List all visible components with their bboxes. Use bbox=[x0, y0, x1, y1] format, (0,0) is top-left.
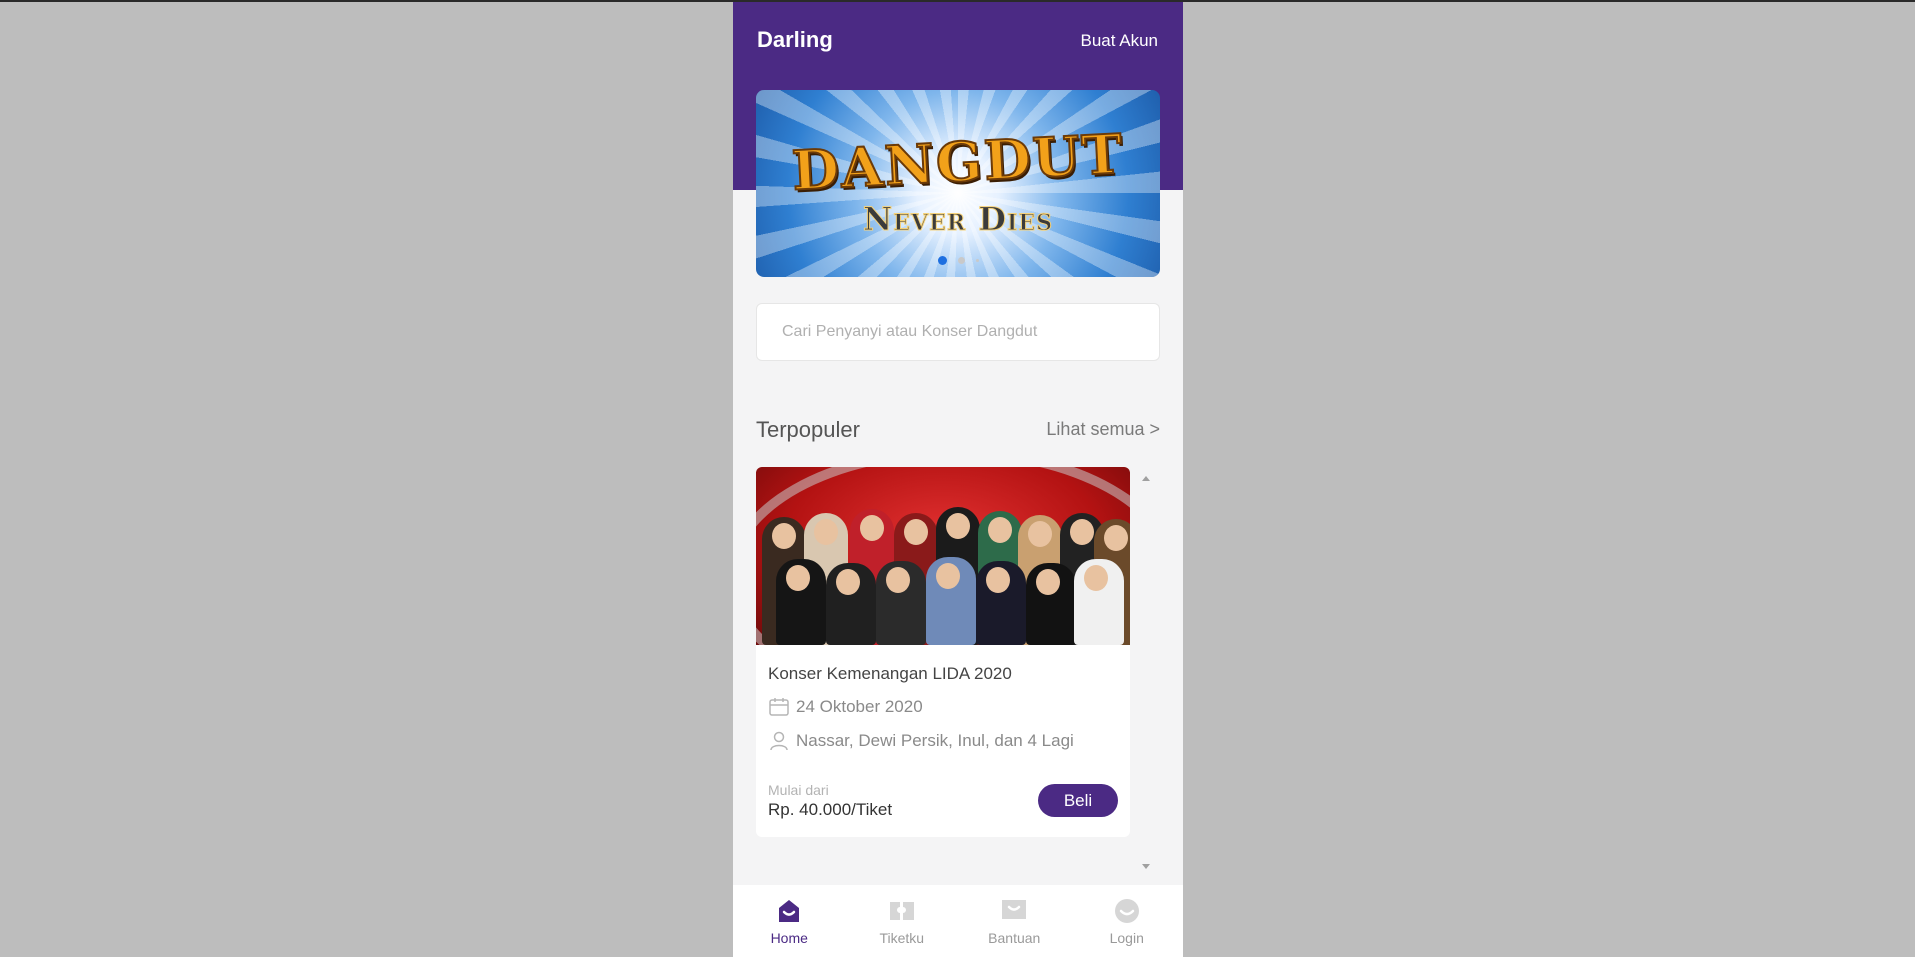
login-smile-icon bbox=[1114, 899, 1139, 923]
section-title-popular: Terpopuler bbox=[756, 417, 860, 442]
carousel-pagination bbox=[756, 256, 1160, 265]
buy-button[interactable]: Beli bbox=[1038, 784, 1118, 817]
search-input[interactable] bbox=[757, 304, 1159, 360]
poster-person bbox=[976, 561, 1026, 645]
concert-performers: Nassar, Dewi Persik, Inul, dan 4 Lagi bbox=[796, 731, 1074, 750]
calendar-icon bbox=[769, 698, 789, 716]
create-account-link[interactable]: Buat Akun bbox=[1080, 31, 1158, 51]
promo-banner-carousel[interactable]: DANGDUT Never Dies bbox=[756, 90, 1160, 277]
concert-performers-row: Nassar, Dewi Persik, Inul, dan 4 Lagi bbox=[768, 730, 1118, 752]
carousel-dot-2[interactable] bbox=[957, 257, 965, 264]
bottom-navigation: Home Tiketku Bantuan Login bbox=[733, 885, 1183, 957]
nav-label-home: Home bbox=[770, 930, 808, 946]
nav-item-login[interactable]: Login bbox=[1071, 885, 1184, 957]
search-box bbox=[756, 303, 1160, 361]
price-label: Mulai dari bbox=[768, 782, 829, 798]
brand-logo-text[interactable]: Darling bbox=[757, 27, 833, 53]
help-chat-icon bbox=[1002, 900, 1027, 919]
nav-item-tiketku[interactable]: Tiketku bbox=[846, 885, 959, 957]
nav-item-home[interactable]: Home bbox=[733, 885, 846, 957]
nav-label-bantuan: Bantuan bbox=[988, 930, 1041, 946]
concert-poster-image bbox=[756, 467, 1130, 645]
ticket-price: Rp. 40.000/Tiket bbox=[768, 800, 893, 819]
nav-label-tiketku: Tiketku bbox=[879, 930, 925, 946]
poster-person bbox=[1026, 563, 1076, 645]
scroll-down-arrow[interactable] bbox=[1142, 864, 1150, 869]
home-icon bbox=[779, 900, 800, 922]
concert-title[interactable]: Konser Kemenangan LIDA 2020 bbox=[768, 664, 1118, 684]
poster-person bbox=[926, 557, 976, 645]
nav-item-bantuan[interactable]: Bantuan bbox=[958, 885, 1071, 957]
concert-card-body: Konser Kemenangan LIDA 2020 24 Oktober 2… bbox=[768, 664, 1118, 752]
mobile-app-frame: Darling Buat Akun DANGDUT Never Dies Ter… bbox=[733, 2, 1183, 957]
poster-person bbox=[826, 563, 876, 645]
poster-person bbox=[1074, 559, 1124, 645]
concert-date: 24 Oktober 2020 bbox=[796, 697, 923, 716]
carousel-dot-1[interactable] bbox=[937, 256, 947, 265]
scroll-up-arrow[interactable] bbox=[1142, 476, 1150, 481]
person-icon bbox=[770, 731, 788, 751]
see-all-link[interactable]: Lihat semua > bbox=[1046, 419, 1160, 440]
ticket-icon bbox=[889, 902, 914, 920]
poster-person bbox=[876, 561, 926, 645]
concert-date-row: 24 Oktober 2020 bbox=[768, 696, 1118, 718]
list-scrollbar[interactable] bbox=[1139, 467, 1153, 877]
concert-card[interactable]: Konser Kemenangan LIDA 2020 24 Oktober 2… bbox=[756, 467, 1130, 837]
poster-person bbox=[776, 559, 826, 645]
nav-label-login: Login bbox=[1109, 930, 1144, 946]
carousel-dot-3[interactable] bbox=[975, 259, 979, 262]
banner-subtitle: Never Dies bbox=[863, 200, 1053, 239]
